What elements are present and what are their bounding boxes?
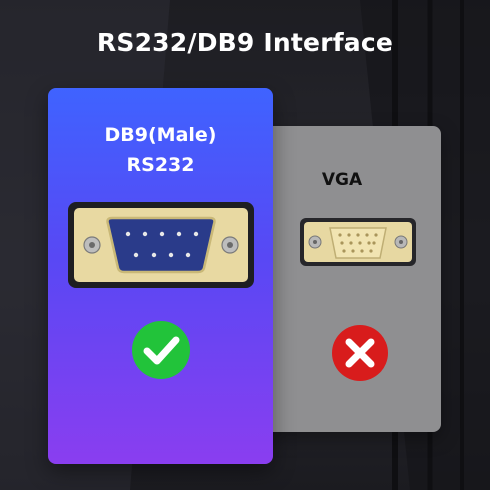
protocol-label: RS232 (126, 154, 195, 176)
vga-connector-icon (300, 218, 416, 266)
page-title: RS232/DB9 Interface (96, 28, 394, 57)
cross-icon (332, 325, 388, 381)
db9-connector-icon (68, 202, 254, 288)
check-icon (132, 321, 190, 379)
connector-type-label: DB9(Male) (104, 124, 217, 146)
db9-card: DB9(Male) RS232 (48, 88, 273, 464)
